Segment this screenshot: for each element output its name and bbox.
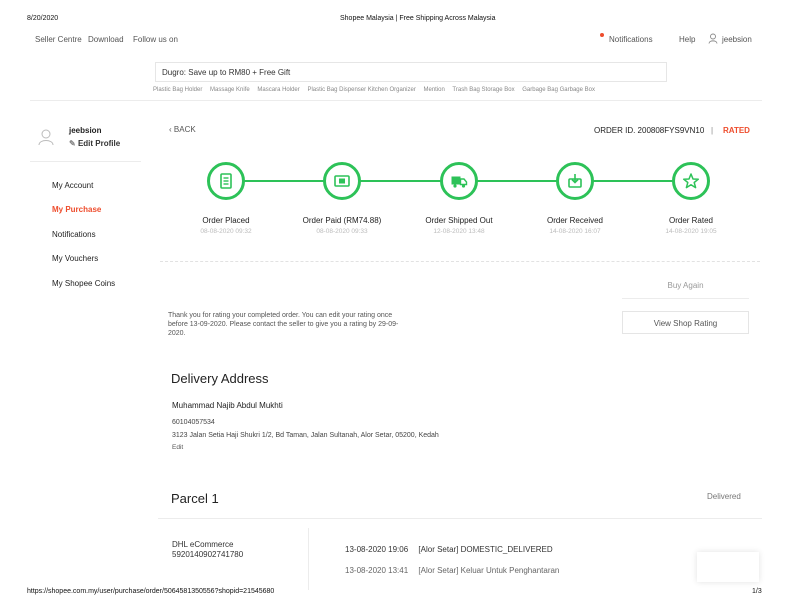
step-time: 08-08-2020 09:33: [316, 228, 368, 235]
tracking-event-text: [Alor Setar] Keluar Untuk Penghantaran: [418, 566, 560, 575]
step-label: Order Paid (RM74.88): [302, 216, 382, 225]
recipient-phone: 60104057534: [172, 419, 215, 426]
sidebar-item-notifications[interactable]: Notifications: [52, 230, 96, 239]
actions-divider: [622, 298, 749, 299]
sidebar-item-my-purchase[interactable]: My Purchase: [52, 205, 101, 214]
sidebar-item-shopee-coins[interactable]: My Shopee Coins: [52, 279, 115, 288]
step-label: Order Rated: [668, 216, 714, 225]
back-label: BACK: [173, 125, 196, 134]
tracking-event: 13-08-2020 13:41 [Alor Setar] Keluar Unt…: [345, 566, 559, 575]
buy-again-button[interactable]: Buy Again: [622, 275, 749, 297]
parcel-divider: [158, 518, 762, 519]
tracking-event: 13-08-2020 19:06 [Alor Setar] DOMESTIC_D…: [345, 545, 553, 554]
print-page-number: 1/3: [752, 588, 762, 595]
help-link[interactable]: Help: [679, 35, 695, 44]
step-time: 08-08-2020 09:32: [200, 228, 252, 235]
step-order-paid: Order Paid (RM74.88) 08-08-2020 09:33: [287, 162, 397, 235]
step-order-received: Order Received 14-08-2020 16:07: [520, 162, 630, 235]
print-title: Shopee Malaysia | Free Shipping Across M…: [340, 15, 496, 22]
sidebar-item-my-account[interactable]: My Account: [52, 181, 93, 190]
step-time: 14-08-2020 16:07: [549, 228, 601, 235]
print-url: https://shopee.com.my/user/purchase/orde…: [27, 588, 275, 595]
suggestion-link[interactable]: Trash Bag Storage Box: [452, 87, 514, 93]
suggestion-link[interactable]: Mention: [424, 87, 445, 93]
follow-us-text: Follow us on: [133, 35, 178, 44]
step-time: 14-08-2020 19:05: [665, 228, 717, 235]
avatar[interactable]: [37, 128, 55, 151]
carrier-name: DHL eCommerce: [172, 540, 234, 549]
view-shop-rating-button[interactable]: View Shop Rating: [622, 311, 749, 334]
tracking-vertical-divider: [308, 528, 309, 590]
suggestion-link[interactable]: Plastic Bag Dispenser Kitchen Organizer: [307, 87, 415, 93]
star-icon: [672, 162, 710, 200]
chat-widget[interactable]: [697, 552, 759, 582]
edit-address-link[interactable]: Edit: [172, 444, 183, 451]
edit-profile-label: Edit Profile: [77, 139, 121, 148]
tracking-number: 5920140902741780: [172, 550, 244, 559]
back-button[interactable]: ‹ BACK: [169, 125, 196, 134]
tracking-event-text: [Alor Setar] DOMESTIC_DELIVERED: [418, 545, 553, 554]
sidebar-username: jeebsion: [69, 126, 102, 135]
recipient-name: Muhammad Najib Abdul Mukhti: [172, 401, 283, 410]
notification-dot-icon: [600, 33, 604, 37]
suggestion-link[interactable]: Plastic Bag Holder: [153, 87, 202, 93]
sidebar-divider: [30, 161, 141, 162]
order-id: ORDER ID. 200808FYS9VN10: [594, 126, 705, 135]
suggestion-link[interactable]: Massage Knife: [210, 87, 250, 93]
step-label: Order Received: [546, 216, 604, 225]
search-suggestions: Plastic Bag Holder Massage Knife Mascara…: [153, 87, 601, 93]
chevron-left-icon: ‹: [169, 125, 172, 134]
order-id-separator: |: [711, 126, 714, 135]
recipient-address: 3123 Jalan Setia Haji Shukri 1/2, Bd Tam…: [172, 432, 439, 439]
print-date: 8/20/2020: [27, 15, 59, 22]
suggestion-link[interactable]: Mascara Holder: [257, 87, 299, 93]
step-order-placed: Order Placed 08-08-2020 09:32: [171, 162, 281, 235]
header-divider: [30, 100, 762, 101]
username-link[interactable]: jeebsion: [722, 35, 752, 44]
rating-message: Thank you for rating your completed orde…: [168, 312, 399, 337]
edit-profile-link[interactable]: ✎ Edit Profile: [69, 139, 120, 148]
steps-divider: [160, 261, 760, 262]
inbox-icon: [556, 162, 594, 200]
receipt-icon: [207, 162, 245, 200]
step-label: Order Shipped Out: [425, 216, 493, 225]
seller-centre-link[interactable]: Seller Centre: [35, 35, 82, 44]
step-time: 12-08-2020 13:48: [433, 228, 485, 235]
order-status-badge: RATED: [723, 126, 750, 135]
download-link[interactable]: Download: [88, 35, 124, 44]
delivery-address-title: Delivery Address: [171, 371, 269, 386]
step-label: Order Placed: [202, 216, 250, 225]
search-input[interactable]: Dugro: Save up to RM80 + Free Gift: [155, 62, 667, 82]
step-order-rated: Order Rated 14-08-2020 19:05: [636, 162, 746, 235]
pencil-icon: ✎: [69, 139, 76, 148]
money-icon: [323, 162, 361, 200]
suggestion-link[interactable]: Garbage Bag Garbage Box: [522, 87, 595, 93]
step-order-shipped: Order Shipped Out 12-08-2020 13:48: [404, 162, 514, 235]
truck-icon: [440, 162, 478, 200]
tracking-event-time: 13-08-2020 13:41: [345, 566, 409, 575]
sidebar-item-my-vouchers[interactable]: My Vouchers: [52, 254, 98, 263]
user-icon: [708, 33, 718, 46]
parcel-status: Delivered: [707, 492, 741, 501]
parcel-title: Parcel 1: [171, 491, 219, 506]
tracking-event-time: 13-08-2020 19:06: [345, 545, 409, 554]
notifications-link[interactable]: Notifications: [609, 35, 653, 44]
